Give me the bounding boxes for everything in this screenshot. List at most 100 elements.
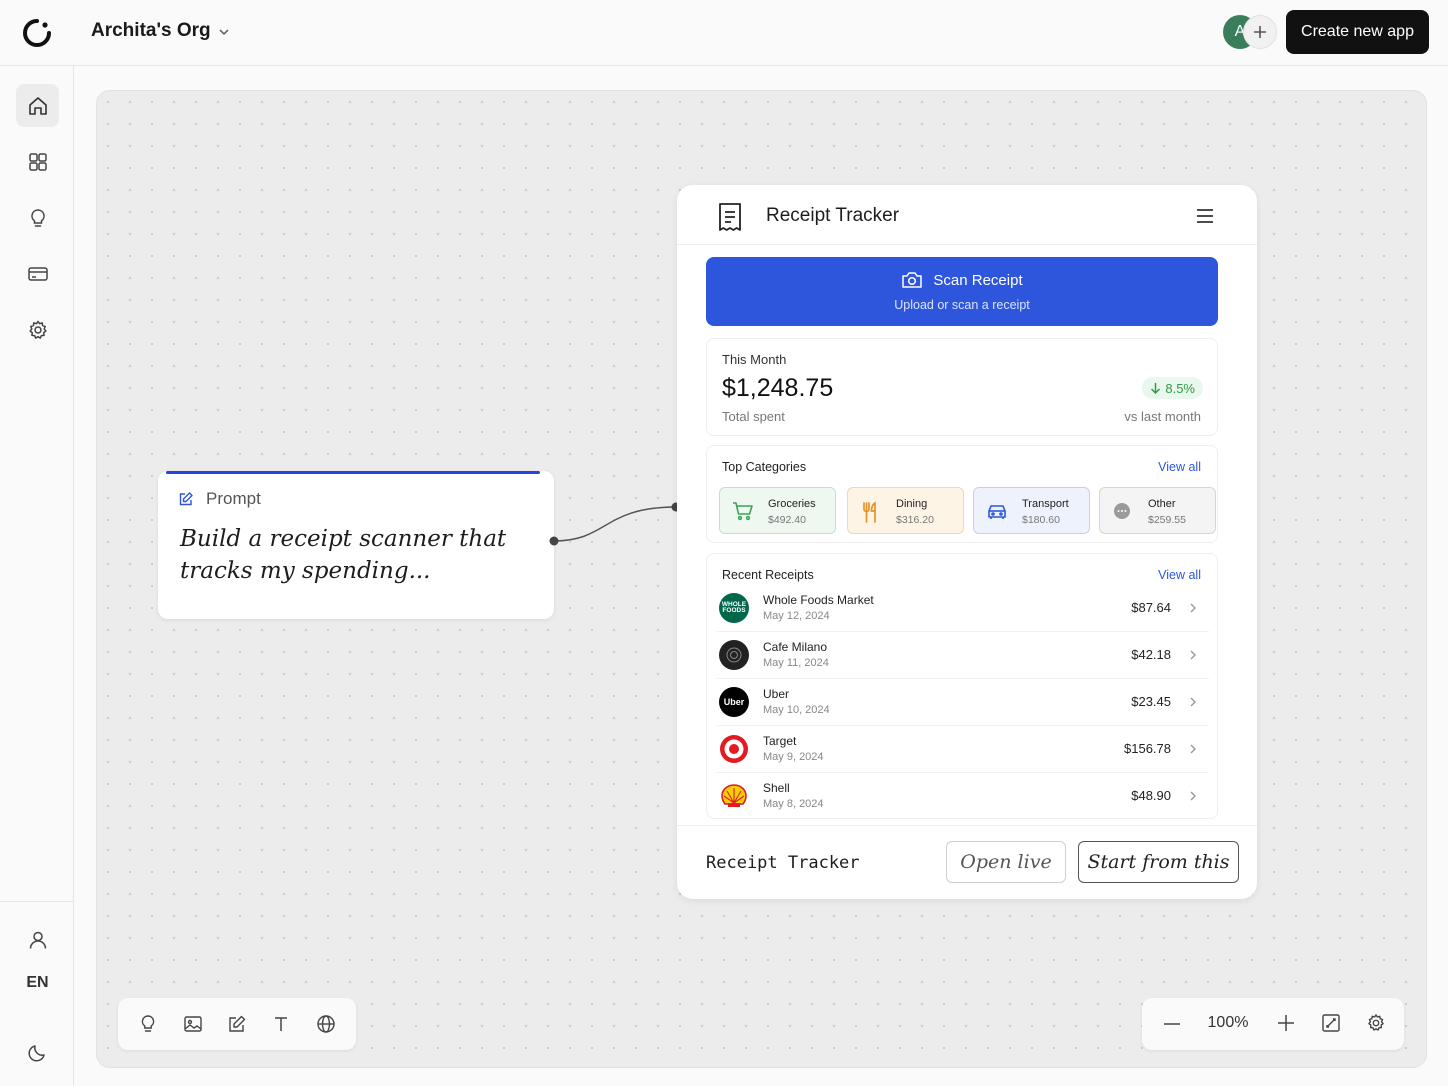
- hamburger-menu-icon[interactable]: [1194, 207, 1216, 225]
- start-from-this-button[interactable]: Start from this: [1078, 841, 1239, 883]
- receipt-row-target[interactable]: Target May 9, 2024 $156.78: [717, 726, 1209, 773]
- category-chip-groceries[interactable]: Groceries $492.40: [719, 487, 836, 534]
- chevron-right-icon: [1190, 697, 1196, 707]
- top-categories-card: Top Categories View all Groceries $492.4…: [706, 445, 1218, 543]
- change-value: 8.5%: [1165, 380, 1195, 396]
- category-amount: $180.60: [1022, 514, 1060, 526]
- receipt-merchant: Uber: [763, 687, 790, 701]
- receipt-row-uber[interactable]: Uber Uber May 10, 2024 $23.45: [717, 679, 1209, 726]
- receipt-date: May 10, 2024: [763, 704, 830, 716]
- create-new-app-button[interactable]: Create new app: [1286, 10, 1429, 54]
- receipt-row-shell[interactable]: Shell May 8, 2024 $48.90: [717, 773, 1209, 820]
- chevron-right-icon: [1190, 791, 1196, 801]
- receipt-date: May 9, 2024: [763, 751, 824, 763]
- zoom-controls: 100%: [1142, 998, 1404, 1050]
- zoom-out-icon[interactable]: [1162, 1016, 1182, 1032]
- receipt-amount: $42.18: [1131, 647, 1171, 662]
- total-sublabel: Total spent: [722, 409, 785, 424]
- prompt-text: Build a receipt scanner that tracks my s…: [180, 526, 507, 584]
- node-connector: [549, 502, 681, 546]
- connector-start-handle[interactable]: [549, 536, 559, 546]
- app-preview-card[interactable]: Receipt Tracker Scan Receipt Upload or s…: [677, 185, 1257, 899]
- receipt-merchant: Target: [763, 734, 797, 748]
- receipt-date: May 8, 2024: [763, 798, 824, 810]
- change-label: vs last month: [1124, 409, 1201, 424]
- receipt-merchant: Shell: [763, 781, 790, 795]
- open-live-button[interactable]: Open live: [946, 841, 1066, 883]
- categories-title: Top Categories: [722, 460, 807, 474]
- category-name: Dining: [896, 498, 928, 510]
- language-switcher[interactable]: EN: [16, 974, 59, 992]
- app-card-footer: Receipt Tracker Open live Start from thi…: [677, 825, 1257, 899]
- sidebar-item-billing[interactable]: [16, 252, 59, 295]
- this-month-card: This Month $1,248.75 Total spent 8.5% vs…: [706, 338, 1218, 436]
- categories-view-all-link[interactable]: View all: [1158, 460, 1201, 474]
- cart-icon: [733, 502, 753, 521]
- lightbulb-icon: [30, 208, 45, 227]
- chevron-right-icon: [1190, 744, 1196, 754]
- scan-sublabel: Upload or scan a receipt: [894, 298, 1030, 312]
- category-name: Transport: [1022, 498, 1069, 510]
- zoom-in-icon[interactable]: [1276, 1012, 1296, 1034]
- edit-icon: [179, 492, 193, 506]
- scan-receipt-button[interactable]: Scan Receipt Upload or scan a receipt: [706, 257, 1218, 326]
- home-icon: [28, 96, 47, 115]
- moon-icon: [28, 1044, 45, 1061]
- app-logo-icon[interactable]: [22, 18, 52, 48]
- org-switcher[interactable]: Archita's Org: [91, 20, 231, 42]
- sidebar-item-ideas[interactable]: [16, 196, 59, 239]
- plus-icon: [1254, 26, 1266, 38]
- uber-logo-icon: Uber: [719, 687, 749, 717]
- credit-card-icon: [27, 266, 48, 281]
- text-icon[interactable]: [271, 1014, 291, 1034]
- recent-title: Recent Receipts: [722, 568, 814, 582]
- category-name: Other: [1148, 498, 1176, 510]
- chevron-down-icon: [219, 29, 229, 36]
- category-amount: $492.40: [768, 514, 806, 526]
- gear-icon[interactable]: [1366, 1013, 1386, 1033]
- camera-icon: [902, 272, 923, 288]
- add-member-button[interactable]: [1243, 15, 1277, 49]
- org-name: Archita's Org: [91, 20, 211, 41]
- receipt-merchant: Cafe Milano: [763, 640, 828, 654]
- target-logo-icon: [719, 734, 749, 764]
- theme-toggle[interactable]: [16, 1030, 59, 1073]
- prompt-node[interactable]: Prompt Build a receipt scanner that trac…: [158, 471, 554, 619]
- sidebar-item-apps[interactable]: [16, 140, 59, 183]
- more-icon: [1114, 503, 1130, 519]
- change-badge: 8.5%: [1142, 377, 1203, 399]
- sidebar-item-settings[interactable]: [16, 308, 59, 351]
- sidebar: EN: [0, 66, 74, 1086]
- zoom-level: 100%: [1207, 1014, 1249, 1031]
- scan-label: Scan Receipt: [933, 271, 1023, 289]
- edit-icon[interactable]: [227, 1014, 247, 1034]
- globe-icon[interactable]: [316, 1014, 336, 1034]
- footer-app-title: Receipt Tracker: [706, 853, 860, 873]
- recent-receipts-card: Recent Receipts View all WHOLE FOODS Whol…: [706, 553, 1218, 819]
- receipt-amount: $87.64: [1131, 600, 1171, 615]
- receipt-amount: $48.90: [1131, 788, 1171, 803]
- category-chip-transport[interactable]: Transport $180.60: [973, 487, 1090, 534]
- total-amount: $1,248.75: [722, 374, 834, 402]
- grid-icon: [28, 152, 47, 171]
- receipt-amount: $156.78: [1124, 741, 1171, 756]
- prompt-label: Prompt: [206, 489, 261, 508]
- lightbulb-icon[interactable]: [138, 1014, 158, 1034]
- prompt-accent-bar: [166, 471, 540, 474]
- sidebar-item-home[interactable]: [16, 84, 59, 127]
- receipt-date: May 11, 2024: [763, 657, 829, 669]
- category-chip-dining[interactable]: Dining $316.20: [847, 487, 964, 534]
- gear-icon: [28, 320, 47, 339]
- image-icon[interactable]: [183, 1014, 203, 1034]
- fit-to-screen-icon[interactable]: [1321, 1013, 1341, 1033]
- receipt-row-whole-foods[interactable]: WHOLE FOODS Whole Foods Market May 12, 20…: [717, 585, 1209, 632]
- user-icon: [29, 931, 46, 949]
- utensils-icon: [863, 501, 876, 523]
- receipt-icon: [719, 203, 741, 231]
- recent-view-all-link[interactable]: View all: [1158, 568, 1201, 582]
- category-chip-other[interactable]: Other $259.55: [1099, 487, 1216, 534]
- cafe-milano-logo-icon: [719, 640, 749, 670]
- app-header: Receipt Tracker: [677, 185, 1257, 245]
- receipt-row-cafe-milano[interactable]: Cafe Milano May 11, 2024 $42.18: [717, 632, 1209, 679]
- profile-button[interactable]: [16, 918, 59, 961]
